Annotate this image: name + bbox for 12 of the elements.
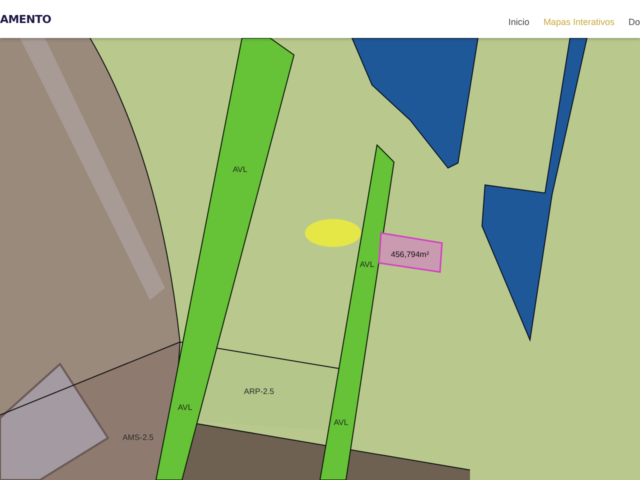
- highlight-marker: [305, 219, 361, 247]
- zone-label: AVL: [334, 418, 348, 427]
- area-measurement: 456,794m²: [390, 250, 430, 259]
- site-logo-text[interactable]: AMENTO: [0, 12, 52, 26]
- zone-label: AVL: [360, 260, 374, 269]
- lot-boundary: [378, 232, 443, 273]
- zone-label: AVL: [178, 403, 192, 412]
- nav-link[interactable]: Do: [628, 17, 640, 27]
- zone-label: ARP-2.5: [244, 387, 274, 396]
- zone-label: AVL: [232, 165, 248, 174]
- zone-label: AMS-2.5: [122, 433, 154, 442]
- nav-link[interactable]: Inicio: [508, 17, 530, 27]
